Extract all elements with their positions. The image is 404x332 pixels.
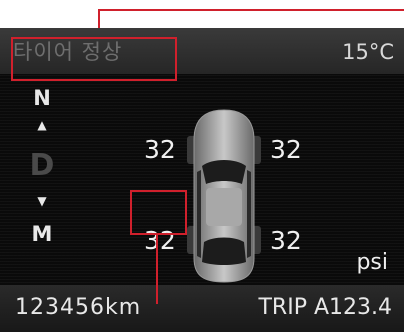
trip-bar: 123456km TRIP A123.4 [0,285,404,332]
tire-pressure-front-right: 32 [270,135,302,164]
callout-box-status [11,37,177,81]
trip-meter: TRIP A123.4 [258,295,392,320]
tire-pressure-rear-right: 32 [270,226,302,255]
outside-temperature: 15°C [342,40,394,64]
odometer: 123456km [15,295,142,320]
gear-n: N [33,86,51,110]
callout-box-rear-left [130,190,187,235]
pressure-unit: psi [356,250,388,275]
car-top-view-icon [187,109,261,283]
tire-pressure-front-left: 32 [144,135,176,164]
gear-down-arrow-icon: ▼ [37,194,47,208]
gear-m: M [31,222,53,246]
gear-indicator: N ▲ D ▼ M [22,86,62,256]
callout-leader-bottom-vertical [156,235,158,304]
callout-leader-top-horizontal [98,9,404,11]
gear-up-arrow-icon: ▲ [37,118,47,132]
gear-d-current: D [29,148,55,183]
